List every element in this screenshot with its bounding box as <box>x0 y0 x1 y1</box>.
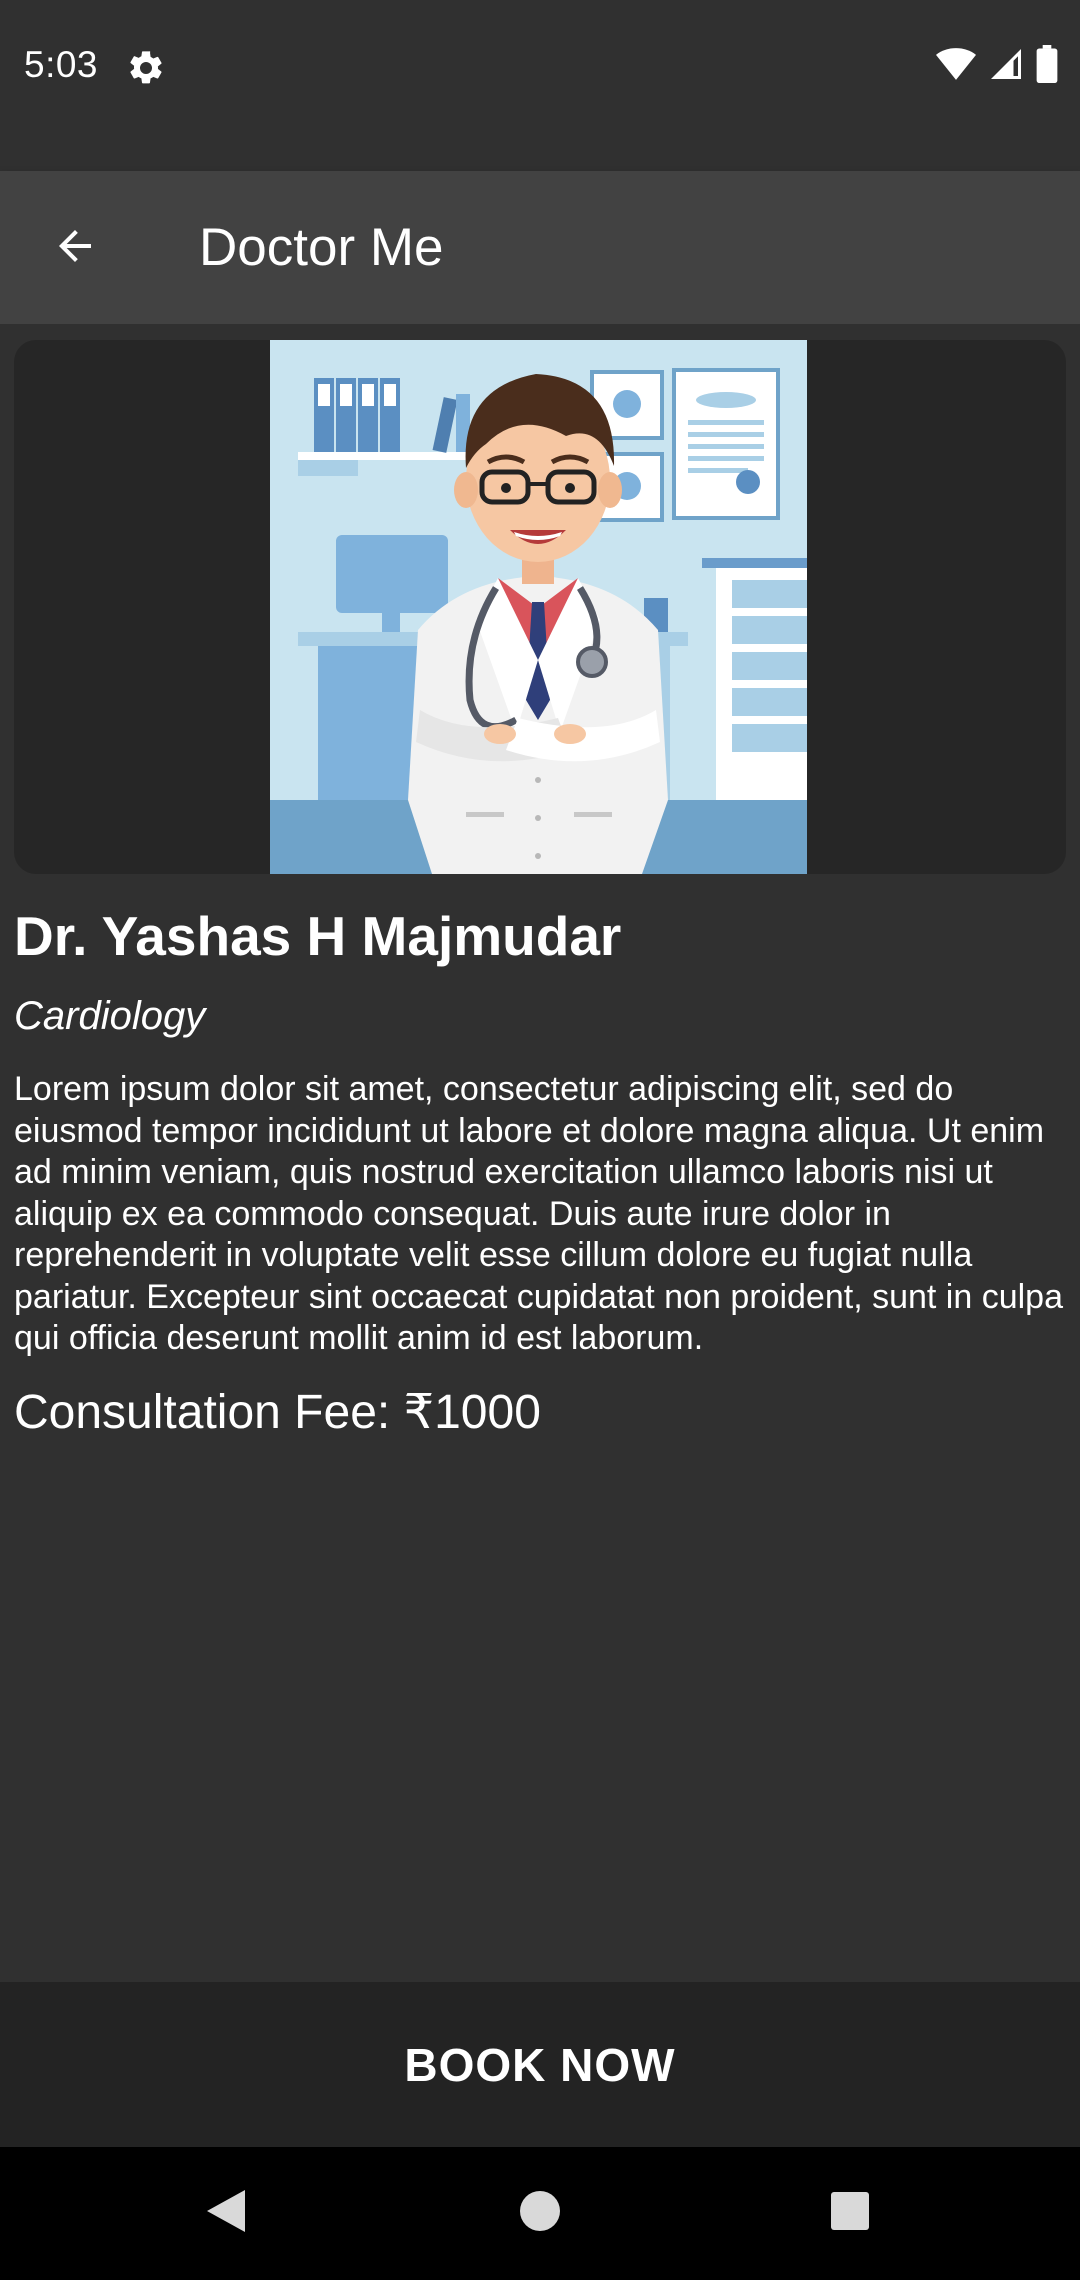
back-button[interactable] <box>38 211 112 285</box>
nav-back-button[interactable] <box>186 2173 266 2253</box>
consultation-fee: Consultation Fee: ₹1000 <box>14 1384 541 1440</box>
settings-icon <box>126 48 166 88</box>
signal-icon <box>988 46 1024 87</box>
app-bar: Doctor Me <box>0 171 1080 324</box>
nav-recents-button[interactable] <box>810 2173 890 2253</box>
book-now-label: BOOK NOW <box>404 2038 676 2091</box>
doctor-detail-content: Dr. Yashas H Majmudar Cardiology Lorem i… <box>0 324 1080 1982</box>
app-title: Doctor Me <box>199 218 444 277</box>
home-circle-icon <box>519 2190 561 2237</box>
doctor-illustration <box>270 340 807 874</box>
wifi-icon <box>936 47 976 86</box>
arrow-back-icon <box>51 222 99 275</box>
system-nav-bar <box>0 2147 1080 2280</box>
doctor-name: Dr. Yashas H Majmudar <box>14 905 622 967</box>
status-icons <box>936 44 1058 88</box>
consultation-fee-value: ₹1000 <box>403 1386 541 1439</box>
back-triangle-icon <box>205 2188 247 2239</box>
battery-icon <box>1036 44 1058 88</box>
doctor-image-card <box>14 340 1066 874</box>
consultation-fee-label: Consultation Fee: <box>14 1386 404 1439</box>
doctor-description: Lorem ipsum dolor sit amet, consectetur … <box>14 1070 1063 1357</box>
book-now-button[interactable]: BOOK NOW <box>0 1982 1080 2147</box>
doctor-specialty: Cardiology <box>14 994 206 1038</box>
status-time: 5:03 <box>24 44 99 85</box>
status-bar: 5:03 <box>0 0 1080 171</box>
nav-home-button[interactable] <box>500 2173 580 2253</box>
recents-square-icon <box>830 2191 870 2236</box>
